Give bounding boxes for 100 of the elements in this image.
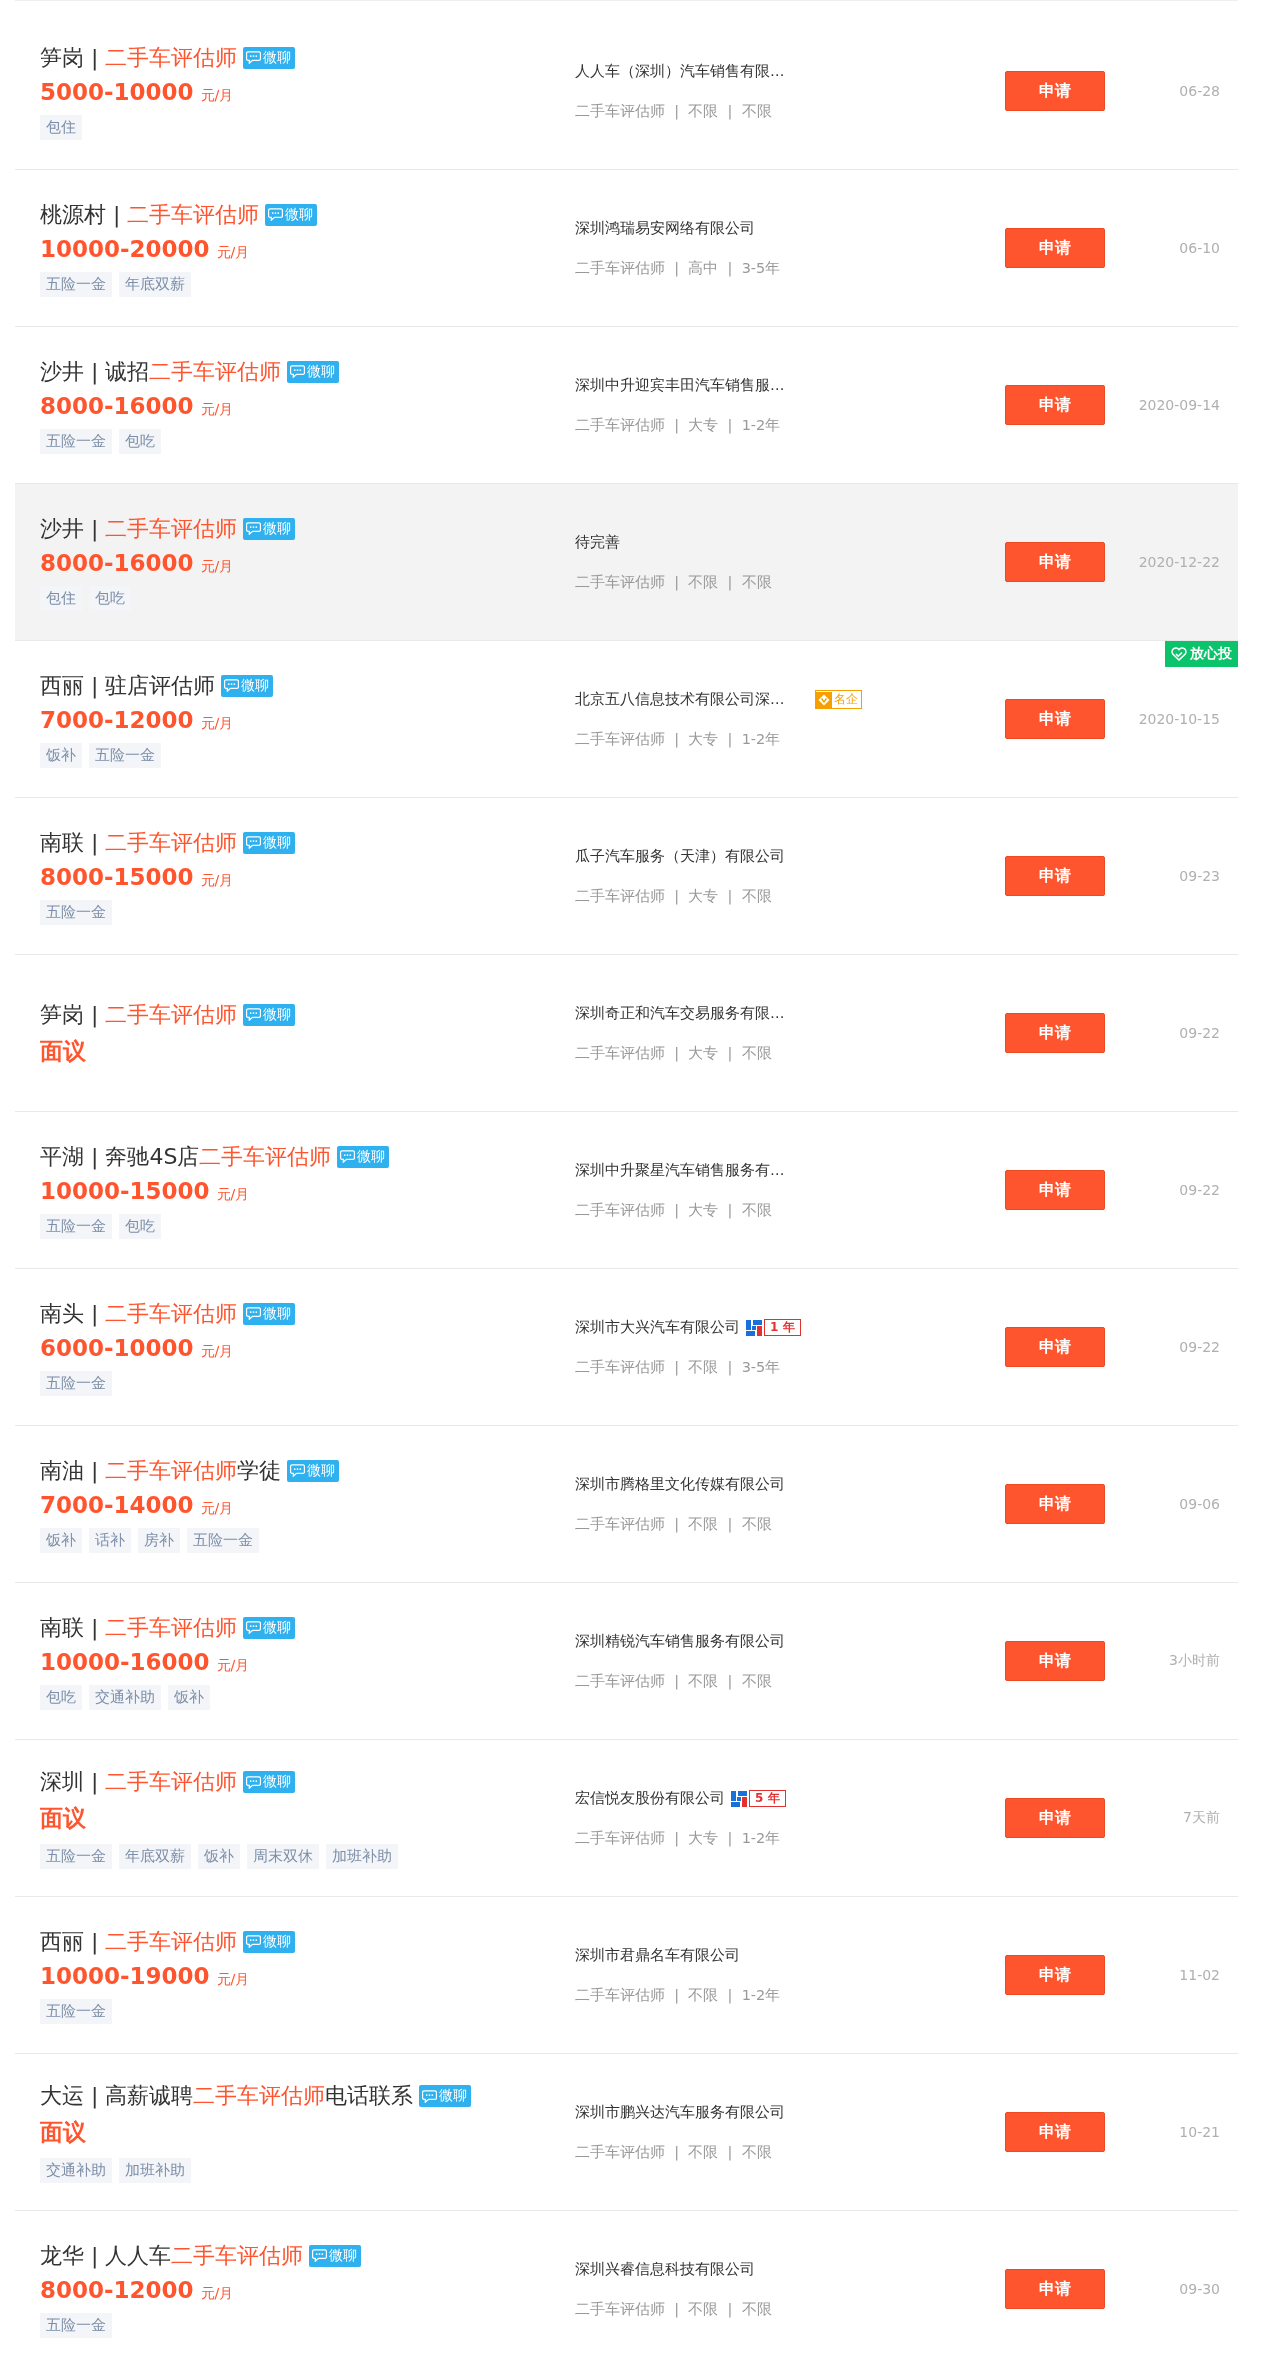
job-title[interactable]: 西丽 | 二手车评估师 [40, 1926, 238, 1957]
benefit-tag: 五险一金 [40, 1998, 112, 2024]
salary: 面议 [40, 1036, 86, 1066]
post-date: 09-30 [1178, 2281, 1221, 2297]
job-requirements: 二手车评估师 | 不限 | 不限 [575, 2299, 773, 2319]
post-date: 09-22 [1178, 1182, 1221, 1198]
salary-unit: 元/月 [200, 557, 234, 576]
blocks-logo-icon [746, 1319, 762, 1336]
salary: 10000-15000 [40, 1177, 210, 1204]
company-name[interactable]: 北京五八信息技术有限公司深… [575, 690, 785, 709]
salary-unit: 元/月 [200, 86, 234, 105]
membership-years-badge: 5 年 [749, 1790, 786, 1807]
benefit-tag: 五险一金 [187, 1527, 259, 1553]
benefit-tag: 五险一金 [40, 1370, 112, 1396]
company-name[interactable]: 深圳精锐汽车销售服务有限公司 [575, 1632, 785, 1651]
job-title[interactable]: 南联 | 二手车评估师 [40, 827, 238, 858]
company-name[interactable]: 宏信悦友股份有限公司 [575, 1789, 725, 1808]
post-date: 11-02 [1178, 1967, 1221, 1983]
salary: 10000-20000 [40, 235, 210, 262]
speech-bubble-icon [290, 1464, 306, 1477]
benefit-tag: 五险一金 [40, 899, 112, 925]
job-title[interactable]: 沙井 | 二手车评估师 [40, 513, 238, 544]
company-name[interactable]: 待完善 [575, 533, 620, 552]
company-name[interactable]: 人人车（深圳）汽车销售有限… [575, 62, 785, 81]
benefit-tag: 周末双休 [247, 1844, 319, 1869]
post-date: 09-23 [1178, 868, 1221, 884]
job-requirements: 二手车评估师 | 不限 | 不限 [575, 101, 773, 121]
company-name[interactable]: 深圳中升聚星汽车销售服务有… [575, 1161, 785, 1180]
benefit-tag: 加班补助 [119, 2158, 191, 2183]
trusted-apply-badge: 放心投 [1165, 641, 1238, 667]
speech-bubble-icon [246, 51, 262, 64]
benefit-tag: 包吃 [89, 585, 131, 611]
job-title[interactable]: 平湖 | 奔驰4S店二手车评估师 [40, 1141, 332, 1172]
job-requirements: 二手车评估师 | 不限 | 3-5年 [575, 1357, 782, 1377]
speech-bubble-icon [246, 522, 262, 535]
job-requirements: 二手车评估师 | 大专 | 1-2年 [575, 1828, 782, 1848]
benefit-tag: 饭补 [168, 1684, 210, 1710]
job-title[interactable]: 南联 | 二手车评估师 [40, 1612, 238, 1643]
company-name[interactable]: 瓜子汽车服务（天津）有限公司 [575, 847, 785, 866]
job-title[interactable]: 桃源村 | 二手车评估师 [40, 199, 260, 230]
job-requirements: 二手车评估师 | 大专 | 不限 [575, 1200, 773, 1220]
salary-unit: 元/月 [216, 1185, 250, 1204]
company-name[interactable]: 深圳市君鼎名车有限公司 [575, 1946, 740, 1965]
company-name[interactable]: 深圳奇正和汽车交易服务有限… [575, 1004, 785, 1023]
company-name[interactable]: 深圳市大兴汽车有限公司 [575, 1318, 740, 1337]
blocks-logo-icon [731, 1790, 747, 1807]
job-requirements: 二手车评估师 | 不限 | 不限 [575, 1514, 773, 1534]
salary-unit: 元/月 [200, 1342, 234, 1361]
salary-unit: 元/月 [216, 1656, 250, 1675]
benefit-tag: 饭补 [198, 1844, 240, 1869]
job-row[interactable]: 西丽 | 驻店评估师 微聊 7000-12000 元/月 饭补 五险一金 北京五八信息技术有限公司深… 名企 二手车评估师 | 大专 | 1-2年 申请 2020-10-15 放心投 [15, 641, 1238, 798]
benefit-tag: 年底双薪 [119, 1844, 191, 1869]
speech-bubble-icon [246, 1775, 262, 1789]
job-requirements: 二手车评估师 | 大专 | 不限 [575, 886, 773, 906]
job-row-highlighted[interactable]: 沙井 | 二手车评估师 微聊 8000-16000 元/月 包住 包吃 待完善 二手车评估师 | 不限 | 不限 申请 2020-12-22 [15, 484, 1238, 641]
job-requirements: 二手车评估师 | 大专 | 1-2年 [575, 415, 782, 435]
job-title[interactable]: 西丽 | 驻店评估师 [40, 670, 216, 701]
post-date: 2020-12-22 [1137, 554, 1221, 570]
benefit-tag: 五险一金 [40, 2312, 112, 2338]
job-title[interactable]: 笋岗 | 二手车评估师 [40, 42, 238, 73]
salary: 8000-15000 [40, 863, 194, 890]
job-requirements: 二手车评估师 | 大专 | 1-2年 [575, 729, 782, 749]
salary-unit: 元/月 [200, 2284, 234, 2303]
salary-unit: 元/月 [200, 1499, 234, 1518]
speech-bubble-icon [290, 365, 306, 378]
job-requirements: 二手车评估师 | 不限 | 不限 [575, 1671, 773, 1691]
job-title[interactable]: 龙华 | 人人车二手车评估师 [40, 2240, 304, 2271]
job-title[interactable]: 笋岗 | 二手车评估师 [40, 999, 238, 1030]
benefit-tag: 饭补 [40, 1527, 82, 1553]
job-title[interactable]: 大运 | 高薪诚聘二手车评估师电话联系 [40, 2081, 414, 2111]
company-name[interactable]: 深圳兴睿信息科技有限公司 [575, 2260, 755, 2279]
benefit-tag: 五险一金 [40, 1844, 112, 1869]
post-date: 2020-09-14 [1137, 397, 1221, 413]
salary: 5000-10000 [40, 78, 194, 105]
benefit-tag: 交通补助 [89, 1684, 161, 1710]
company-name[interactable]: 深圳市鹏兴达汽车服务有限公司 [575, 2103, 785, 2122]
benefit-tag: 饭补 [40, 742, 82, 768]
company-name[interactable]: 深圳市腾格里文化传媒有限公司 [575, 1475, 785, 1494]
benefit-tag: 包住 [40, 114, 82, 140]
speech-bubble-icon [224, 679, 240, 692]
salary: 8000-16000 [40, 549, 194, 576]
job-title[interactable]: 沙井 | 诚招二手车评估师 [40, 356, 282, 387]
benefit-tag: 五险一金 [40, 271, 112, 297]
salary: 面议 [40, 1804, 86, 1833]
benefit-tag: 包吃 [119, 428, 161, 454]
famous-company-badge: 名企 [814, 690, 862, 709]
job-title[interactable]: 深圳 | 二手车评估师 [40, 1767, 238, 1797]
company-name[interactable]: 深圳鸿瑞易安网络有限公司 [575, 219, 755, 238]
post-date: 10-21 [1178, 2124, 1221, 2140]
benefit-tag: 房补 [138, 1527, 180, 1553]
company-name[interactable]: 深圳中升迎宾丰田汽车销售服… [575, 376, 785, 395]
job-title[interactable]: 南油 | 二手车评估师学徒 [40, 1455, 282, 1486]
speech-bubble-icon [246, 1935, 262, 1948]
salary: 10000-16000 [40, 1648, 210, 1675]
job-title[interactable]: 南头 | 二手车评估师 [40, 1298, 238, 1329]
post-date: 2020-10-15 [1137, 711, 1221, 727]
speech-bubble-icon [246, 1008, 262, 1021]
benefit-tag: 交通补助 [40, 2158, 112, 2183]
salary: 7000-12000 [40, 706, 194, 733]
job-requirements: 二手车评估师 | 不限 | 不限 [575, 2142, 773, 2162]
